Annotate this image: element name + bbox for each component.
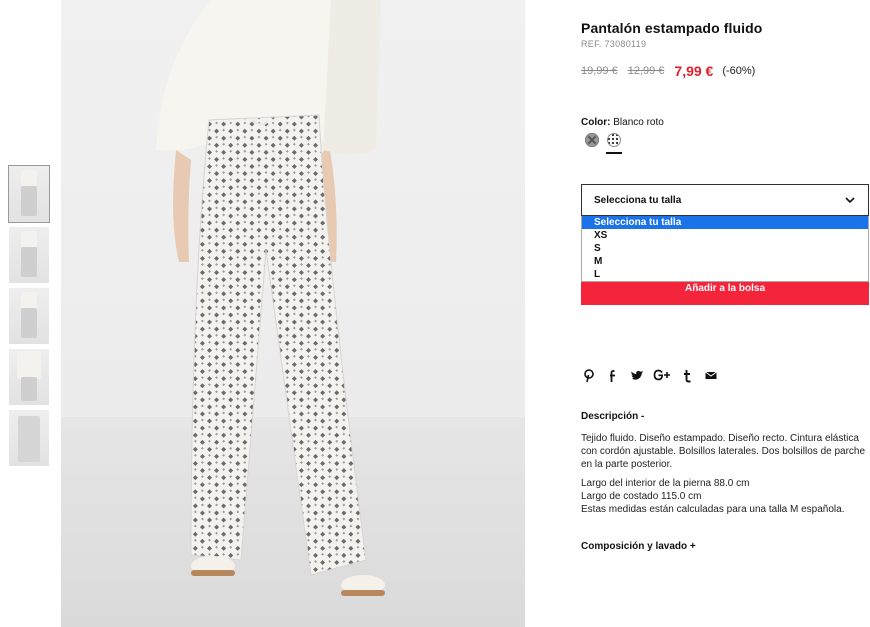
size-option-s[interactable]: S (582, 242, 868, 255)
description-text: Tejido fluido. Diseño estampado. Diseño … (581, 433, 866, 470)
previous-price: 12,99 € (627, 65, 665, 77)
current-price: 7,99 € (674, 63, 714, 79)
color-info: Color: Blanco roto (581, 117, 664, 128)
product-reference: REF. 73080119 (581, 39, 647, 49)
measure-outseam: Largo de costado 115.0 cm (581, 491, 702, 502)
measure-inseam: Largo del interior de la pierna 88.0 cm (581, 478, 750, 489)
main-product-image[interactable] (61, 0, 525, 627)
thumbnail-2[interactable] (9, 227, 49, 283)
add-to-bag-button[interactable]: Añadir a la bolsa (581, 281, 869, 305)
thumbnail-top-shape (17, 351, 41, 379)
measure-note: Estas medidas están calculadas para una … (581, 504, 845, 515)
thumbnail-pant-shape (21, 247, 37, 277)
color-swatches (585, 131, 645, 155)
size-select-value: Selecciona tu talla (594, 195, 682, 206)
thumbnail-5[interactable] (9, 410, 49, 466)
thumbnail-4[interactable] (9, 349, 49, 405)
discount-label: (-60%) (722, 65, 756, 77)
model-illustration (156, 0, 385, 596)
thumbnail-pant-shape (21, 186, 37, 216)
selected-swatch-indicator (606, 152, 622, 154)
size-select[interactable]: Selecciona tu talla (581, 184, 869, 216)
thumbnail-pant-shape (21, 308, 37, 338)
pinterest-icon[interactable] (581, 369, 597, 383)
thumbnail-pant-shape (18, 416, 40, 462)
product-title: Pantalón estampado fluido (581, 20, 763, 36)
thumbnail-3[interactable] (9, 288, 49, 344)
price-row: 19,99 € 12,99 € 7,99 € (-60%) (581, 63, 755, 79)
thumbnail-1[interactable] (8, 165, 50, 223)
composition-toggle[interactable]: Composición y lavado + (581, 541, 696, 552)
size-option[interactable]: Selecciona tu talla (582, 216, 868, 229)
swatch-unavailable[interactable] (585, 133, 599, 147)
thumbnail-pant-shape (21, 377, 37, 401)
thumbnail-list (8, 165, 50, 471)
size-option-l[interactable]: L (582, 268, 868, 281)
size-option-m[interactable]: M (582, 255, 868, 268)
google-plus-icon[interactable] (653, 369, 671, 383)
original-price: 19,99 € (581, 65, 618, 77)
twitter-icon[interactable] (629, 369, 645, 383)
color-value: Blanco roto (613, 117, 664, 128)
share-icons (581, 369, 727, 383)
description-body: Tejido fluido. Diseño estampado. Diseño … (581, 432, 869, 516)
size-dropdown-list: Selecciona tu talla XS S M L (581, 216, 869, 282)
tumblr-icon[interactable] (679, 369, 695, 383)
color-label: Color: (581, 117, 611, 128)
size-option-xs[interactable]: XS (582, 229, 868, 242)
chevron-down-icon (845, 197, 855, 204)
facebook-icon[interactable] (605, 369, 621, 383)
email-icon[interactable] (703, 369, 719, 383)
description-toggle[interactable]: Descripción - (581, 411, 644, 422)
swatch-blanco-roto[interactable] (607, 133, 621, 147)
